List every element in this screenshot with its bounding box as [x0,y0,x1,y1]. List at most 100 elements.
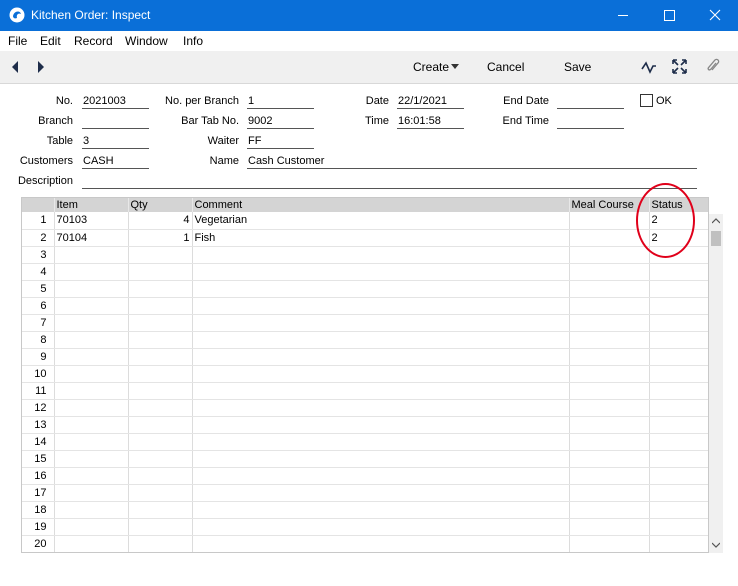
menu-info[interactable]: Info [183,34,203,48]
close-button[interactable] [692,0,738,31]
table-field[interactable]: 3 [82,135,149,149]
meal-course-cell[interactable] [569,280,650,298]
table-row[interactable]: 19 [22,518,708,536]
meal-course-cell[interactable] [569,535,650,552]
status-cell[interactable] [649,518,708,536]
back-arrow-icon[interactable] [10,60,20,74]
comment-cell[interactable] [192,467,570,485]
item-column-header[interactable]: Item [54,198,129,212]
comment-cell[interactable] [192,331,570,349]
status-cell[interactable] [649,365,708,383]
dropdown-caret-icon[interactable] [451,64,460,70]
comment-cell[interactable] [192,314,570,332]
comment-cell[interactable] [192,297,570,315]
qty-cell[interactable]: 4 [128,212,193,230]
comment-cell[interactable] [192,518,570,536]
meal-course-cell[interactable] [569,246,650,264]
qty-cell[interactable] [128,297,193,315]
status-cell[interactable] [649,331,708,349]
comment-cell[interactable] [192,501,570,519]
menu-file[interactable]: File [8,34,27,48]
table-row[interactable]: 11 [22,382,708,400]
no-per-branch-field[interactable]: 1 [247,95,314,109]
meal-course-cell[interactable] [569,484,650,502]
comment-cell[interactable] [192,365,570,383]
status-cell[interactable] [649,433,708,451]
qty-cell[interactable] [128,518,193,536]
status-cell[interactable] [649,416,708,434]
status-cell[interactable] [649,450,708,468]
item-cell[interactable] [54,433,129,451]
expand-icon[interactable] [672,59,687,74]
date-field[interactable]: 22/1/2021 [397,95,464,109]
comment-cell[interactable] [192,399,570,417]
item-cell[interactable] [54,365,129,383]
menu-window[interactable]: Window [125,34,168,48]
status-cell[interactable] [649,348,708,366]
meal-course-cell[interactable] [569,348,650,366]
branch-field[interactable] [82,115,149,129]
table-row[interactable]: 1 70103 4 Vegetarian 2 [22,212,708,230]
maximize-button[interactable] [646,0,692,31]
item-cell[interactable] [54,297,129,315]
ok-checkbox[interactable] [640,94,653,107]
comment-column-header[interactable]: Comment [192,198,570,212]
meal-course-cell[interactable] [569,416,650,434]
qty-cell[interactable] [128,382,193,400]
end-date-field[interactable] [557,95,624,109]
create-button[interactable]: Create [413,60,449,74]
meal-course-cell[interactable] [569,263,650,281]
cancel-button[interactable]: Cancel [487,60,524,74]
item-cell[interactable] [54,416,129,434]
table-row[interactable]: 15 [22,450,708,468]
description-field[interactable] [82,175,697,189]
qty-column-header[interactable]: Qty [128,198,193,212]
qty-cell[interactable] [128,416,193,434]
status-cell[interactable] [649,297,708,315]
status-cell[interactable] [649,263,708,281]
scrollbar-thumb[interactable] [711,231,721,246]
item-cell[interactable] [54,501,129,519]
status-cell[interactable] [649,467,708,485]
item-cell[interactable] [54,535,129,552]
qty-cell[interactable] [128,501,193,519]
meal-course-cell[interactable] [569,297,650,315]
meal-course-cell[interactable] [569,382,650,400]
comment-cell[interactable] [192,433,570,451]
table-row[interactable]: 17 [22,484,708,502]
status-cell[interactable] [649,399,708,417]
status-cell[interactable] [649,535,708,552]
item-cell[interactable] [54,399,129,417]
item-cell[interactable] [54,246,129,264]
status-cell[interactable] [649,501,708,519]
meal-course-cell[interactable] [569,501,650,519]
meal-course-cell[interactable] [569,467,650,485]
table-row[interactable]: 10 [22,365,708,383]
meal-course-cell[interactable] [569,399,650,417]
save-button[interactable]: Save [564,60,591,74]
table-row[interactable]: 14 [22,433,708,451]
table-row[interactable]: 18 [22,501,708,519]
comment-cell[interactable] [192,246,570,264]
item-cell[interactable] [54,518,129,536]
time-field[interactable]: 16:01:58 [397,115,464,129]
table-row[interactable]: 16 [22,467,708,485]
table-row[interactable]: 12 [22,399,708,417]
table-row[interactable]: 13 [22,416,708,434]
forward-arrow-icon[interactable] [36,60,46,74]
paperclip-icon[interactable] [706,58,720,75]
qty-cell[interactable] [128,263,193,281]
qty-cell[interactable] [128,314,193,332]
bar-tab-field[interactable]: 9002 [247,115,314,129]
comment-cell[interactable] [192,416,570,434]
item-cell[interactable]: 70104 [54,229,129,247]
qty-cell[interactable] [128,450,193,468]
item-cell[interactable]: 70103 [54,212,129,230]
qty-cell[interactable] [128,433,193,451]
qty-cell[interactable] [128,280,193,298]
item-cell[interactable] [54,331,129,349]
meal-course-cell[interactable] [569,314,650,332]
status-cell[interactable] [649,280,708,298]
item-cell[interactable] [54,348,129,366]
table-row[interactable]: 9 [22,348,708,366]
